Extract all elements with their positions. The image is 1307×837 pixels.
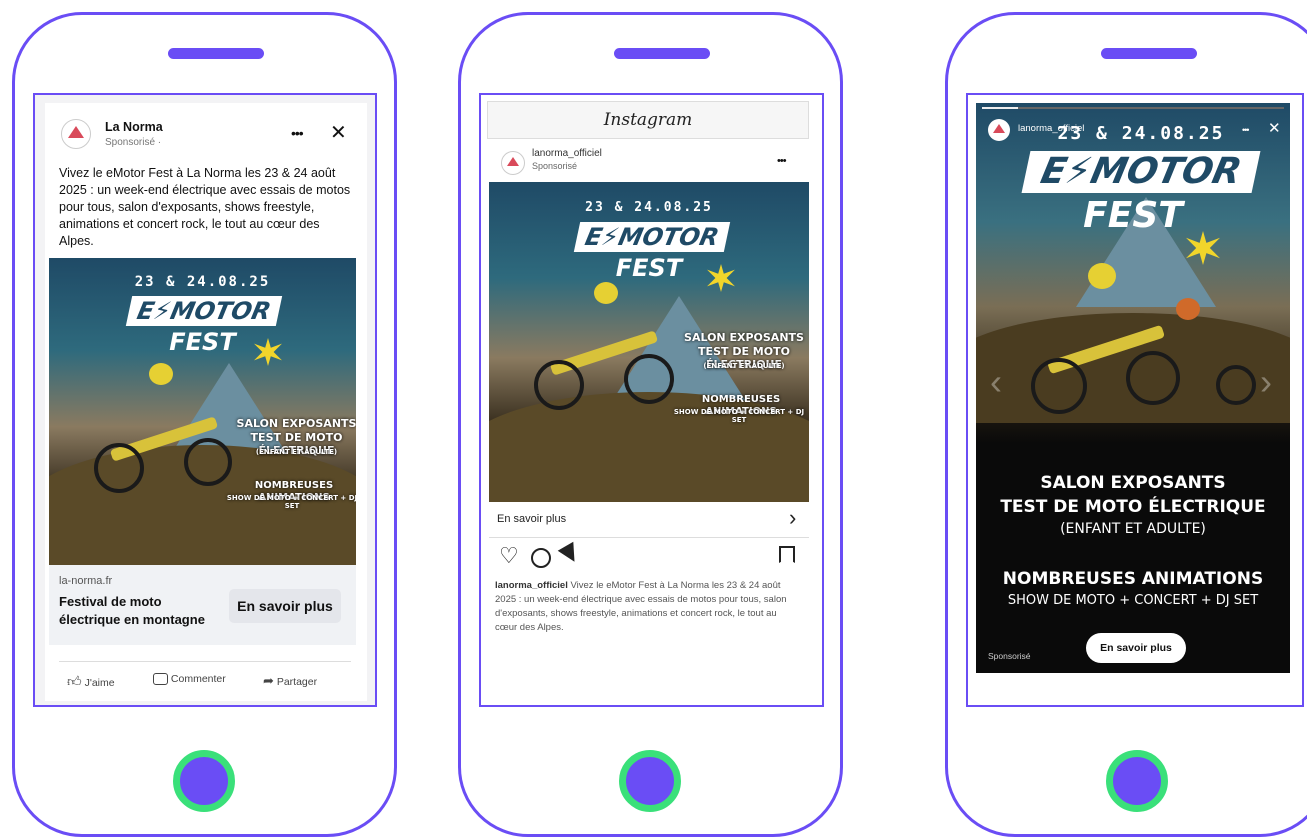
like-button[interactable]: 👍︎ J'aime <box>67 673 115 690</box>
send-icon[interactable] <box>557 541 583 567</box>
poster-logo: E⚡MOTOR <box>125 296 283 326</box>
story-progress-fill <box>982 107 1019 109</box>
action-divider <box>59 661 351 662</box>
mountain-logo-icon <box>507 157 519 166</box>
learn-more-button[interactable]: En savoir plus <box>229 589 341 623</box>
poster-fest: FEST <box>615 254 683 282</box>
poster-logo: E⚡MOTOR <box>573 222 731 252</box>
phone-speaker <box>614 48 710 59</box>
learn-more-label: En savoir plus <box>497 513 567 525</box>
rear-wheel <box>184 438 232 486</box>
post-text: Vivez le eMotor Fest à La Norma les 23 &… <box>59 166 351 248</box>
phone-speaker <box>1101 48 1197 59</box>
rear-wheel <box>1126 351 1180 405</box>
sponsored-label: Sponsorisé <box>532 161 578 171</box>
poster-dates: 23 & 24.08.25 <box>585 200 713 215</box>
poster-line-5: Show de moto + concert + DJ set <box>673 408 805 425</box>
sponsored-label: Sponsorisé · <box>105 137 162 148</box>
event-poster[interactable]: 23 & 24.08.25 E⚡MOTOR FEST <box>976 103 1290 443</box>
learn-more-button[interactable]: En savoir plus <box>1086 633 1186 663</box>
rider-helmet <box>149 363 173 385</box>
poster-logo: E⚡MOTOR <box>1021 151 1261 193</box>
thumb-up-icon: 👍︎ <box>67 673 82 689</box>
share-button[interactable]: ➦ Partager <box>263 673 317 689</box>
learn-more-bar[interactable]: En savoir plus › <box>489 503 809 538</box>
comment-icon <box>153 673 168 686</box>
account-name[interactable]: lanorma_officiel <box>532 148 602 159</box>
link-domain: la-norma.fr <box>59 575 113 587</box>
comment-icon[interactable] <box>531 548 551 568</box>
instagram-logo: Instagram <box>603 110 693 130</box>
story-line-4: Nombreuses animations <box>1002 569 1264 589</box>
link-headline: Festival de moto électrique en montagne <box>59 594 205 627</box>
home-button[interactable] <box>173 750 235 812</box>
story-content: 23 & 24.08.25 E⚡MOTOR FEST lanorma_offic… <box>976 103 1290 673</box>
story-line-2: Test de moto électrique <box>1000 497 1266 517</box>
poster-line-1: Salon exposants <box>684 331 804 344</box>
mountain-logo-icon <box>68 126 84 138</box>
facebook-post-card: La Norma Sponsorisé · ••• ✕ Vivez le eMo… <box>45 103 367 701</box>
account-name[interactable]: lanorma_officiel <box>1018 123 1084 134</box>
story-line-1: Salon exposants <box>1040 473 1226 493</box>
story-line-5: Show de moto + concert + DJ set <box>1007 593 1259 608</box>
rear-wheel <box>624 354 674 404</box>
story-progress-bar <box>982 107 1284 109</box>
caption: lanorma_officiel Vivez le eMotor Fest à … <box>495 579 801 635</box>
more-options-icon[interactable]: ••• <box>291 125 304 141</box>
account-avatar[interactable] <box>501 151 525 175</box>
bookmark-icon[interactable] <box>779 546 795 563</box>
poster-line-1: Salon exposants <box>236 417 356 430</box>
close-icon[interactable]: ✕ <box>330 120 347 145</box>
rider-helmet <box>594 282 618 304</box>
home-button[interactable] <box>1106 750 1168 812</box>
comment-button[interactable]: Commenter <box>153 673 226 686</box>
poster-line-3: (enfant et adulte) <box>703 362 785 370</box>
page-avatar[interactable] <box>61 119 91 149</box>
phone-speaker <box>168 48 264 59</box>
caption-username[interactable]: lanorma_officiel <box>495 580 568 591</box>
event-poster[interactable]: 23 & 24.08.25 E⚡MOTOR FEST Salon exposan… <box>49 258 356 565</box>
sponsored-label: Sponsorisé <box>988 651 1031 661</box>
front-wheel <box>534 360 584 410</box>
front-wheel <box>94 443 144 493</box>
heart-icon[interactable]: ♡ <box>499 543 519 569</box>
more-options-icon[interactable]: ••• <box>1242 125 1250 135</box>
close-icon[interactable]: ✕ <box>1268 119 1281 137</box>
share-label: Partager <box>276 676 318 688</box>
comment-label: Commenter <box>170 673 226 685</box>
event-poster[interactable]: 23 & 24.08.25 E⚡MOTOR FEST Salon exposan… <box>489 182 809 502</box>
chevron-right-icon: › <box>789 505 797 530</box>
rider-helmet <box>1088 263 1116 289</box>
instagram-header: Instagram <box>487 101 809 139</box>
poster-dates: 23 & 24.08.25 <box>134 274 271 290</box>
mountain-logo-icon <box>993 124 1005 133</box>
story-screen: 23 & 24.08.25 E⚡MOTOR FEST lanorma_offic… <box>966 93 1304 707</box>
more-options-icon[interactable]: ••• <box>777 155 787 167</box>
chevron-left-icon[interactable]: ‹ <box>990 361 1002 403</box>
poster-fest: FEST <box>169 328 236 356</box>
facebook-screen: La Norma Sponsorisé · ••• ✕ Vivez le eMo… <box>33 93 377 707</box>
poster-line-5: Show de moto + concert + DJ set <box>226 494 356 511</box>
front-wheel <box>1031 358 1087 414</box>
instagram-screen: Instagram lanorma_officiel Sponsorisé ••… <box>479 93 824 707</box>
home-button[interactable] <box>619 750 681 812</box>
chevron-right-icon[interactable]: › <box>1260 361 1272 403</box>
second-bike-wheel <box>1216 365 1256 405</box>
share-icon: ➦ <box>263 673 274 688</box>
page-name[interactable]: La Norma <box>105 120 163 134</box>
poster-fest: FEST <box>1083 195 1183 236</box>
story-line-3: (enfant et adulte) <box>1060 521 1206 537</box>
like-label: J'aime <box>84 677 115 689</box>
poster-line-3: (enfant et adulte) <box>255 448 338 456</box>
account-avatar[interactable] <box>988 119 1010 141</box>
second-rider-helmet <box>1176 298 1200 320</box>
